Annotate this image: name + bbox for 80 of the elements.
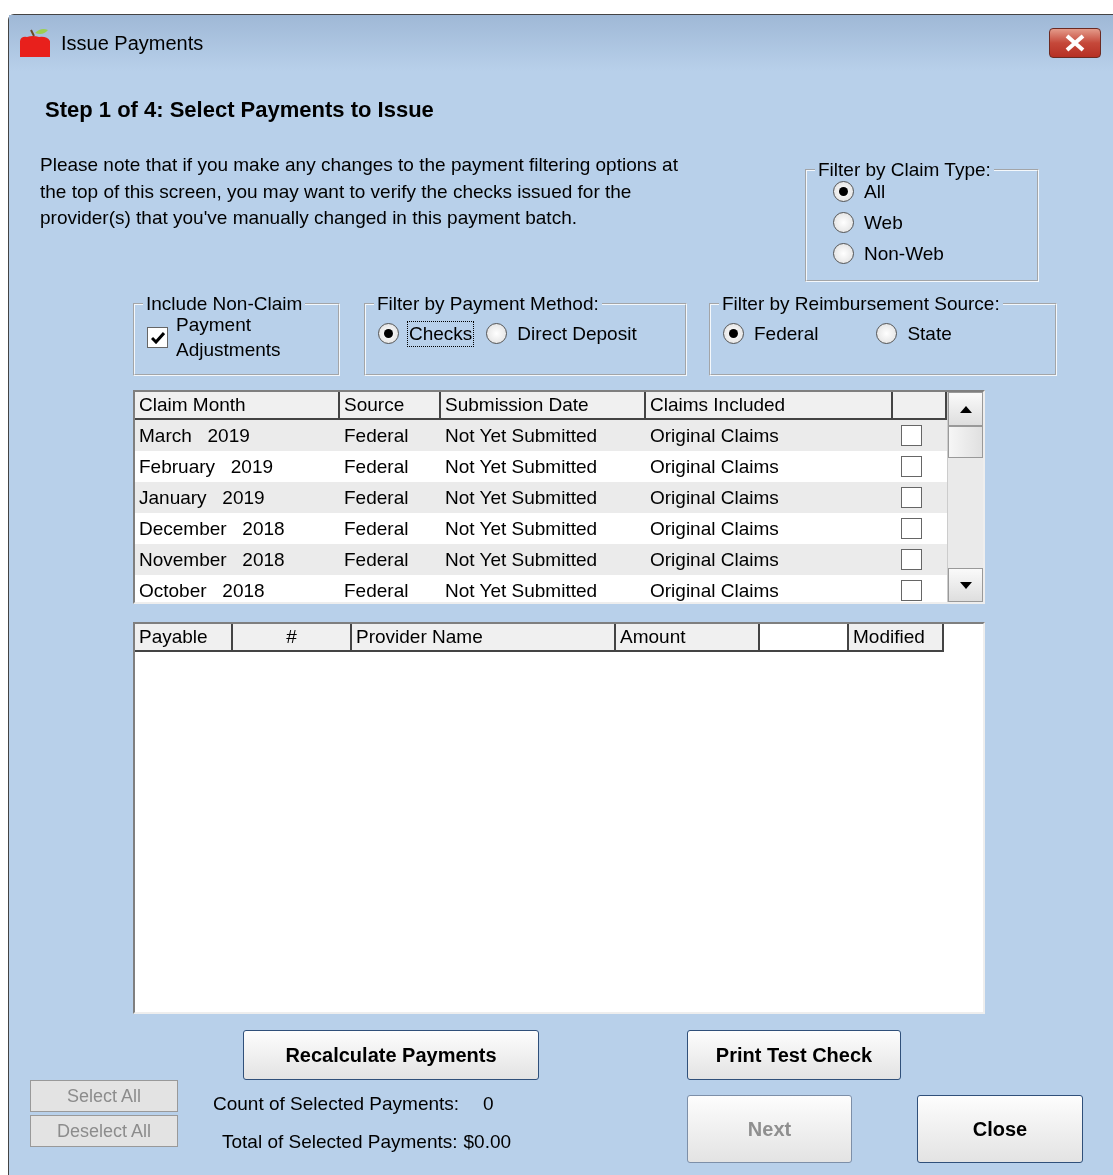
checkbox[interactable]	[901, 456, 922, 477]
step-heading: Step 1 of 4: Select Payments to Issue	[45, 96, 435, 124]
table-cell-text: October 2018	[138, 579, 266, 603]
table-cell-text: Original Claims	[649, 517, 780, 541]
checkbox[interactable]	[901, 549, 922, 570]
scroll-down-button[interactable]	[948, 568, 983, 602]
table-cell-text: Federal	[343, 455, 410, 479]
radio-button[interactable]	[486, 323, 508, 345]
group-label: Filter by Reimbursement Source:	[721, 294, 1001, 313]
table-cell-text: Federal	[343, 548, 410, 572]
recalculate-button[interactable]: Recalculate Payments	[243, 1030, 539, 1080]
column-header[interactable]	[760, 624, 849, 652]
group-label: Filter by Payment Method:	[376, 294, 600, 313]
table-cell-text: Not Yet Submitted	[444, 579, 599, 603]
total-label: Total of Selected Payments:	[222, 1129, 458, 1154]
check-icon	[150, 331, 165, 344]
close-icon	[1063, 34, 1087, 52]
column-header[interactable]: Provider Name	[352, 624, 616, 652]
column-header[interactable]: Claims Included	[646, 392, 893, 420]
table-cell-text: January 2019	[138, 486, 266, 510]
table-cell-text: Federal	[343, 579, 410, 603]
column-header[interactable]: #	[233, 624, 352, 652]
table-cell-text: Federal	[343, 486, 410, 510]
radio-label[interactable]: Checks	[407, 321, 475, 347]
count-value: 0	[483, 1092, 494, 1116]
close-button[interactable]: Close	[917, 1095, 1083, 1163]
table-cell-text: Not Yet Submitted	[444, 424, 599, 448]
table-cell-text: Original Claims	[649, 486, 780, 510]
radio-button[interactable]	[378, 323, 399, 345]
radio-button[interactable]	[833, 181, 854, 203]
radio-button[interactable]	[723, 323, 744, 345]
window-title: Issue Payments	[61, 31, 204, 56]
checkbox[interactable]	[901, 425, 922, 446]
table-cell-text: February 2019	[138, 455, 275, 479]
radio-label[interactable]: All	[862, 179, 888, 205]
checkbox-label[interactable]: Payment Adjustments	[176, 313, 286, 363]
print-test-check-button[interactable]: Print Test Check	[687, 1030, 901, 1080]
column-header[interactable]: Source	[340, 392, 441, 420]
radio-label[interactable]: Direct Deposit	[515, 321, 639, 347]
group-label: Filter by Claim Type:	[817, 160, 992, 179]
table-cell-text: Original Claims	[649, 579, 780, 603]
radio-button[interactable]	[876, 323, 898, 345]
table-cell-text: Not Yet Submitted	[444, 455, 599, 479]
radio-button[interactable]	[833, 212, 854, 234]
column-header[interactable]: Amount	[616, 624, 760, 652]
column-header[interactable]: Modified	[849, 624, 944, 652]
table-cell-text: December 2018	[138, 517, 286, 541]
checkbox[interactable]	[901, 518, 922, 539]
count-label: Count of Selected Payments:	[213, 1092, 460, 1116]
table-cell-text: March 2019	[138, 424, 251, 448]
column-header[interactable]: Claim Month	[135, 392, 340, 420]
table-cell-text: Original Claims	[649, 548, 780, 572]
group-label: Include Non-Claim	[145, 294, 304, 313]
total-value: $0.00	[463, 1129, 512, 1154]
table-cell-text: Original Claims	[649, 455, 780, 479]
apple-icon	[17, 27, 53, 59]
table-cell-text: Not Yet Submitted	[444, 517, 599, 541]
table-cell-text: Not Yet Submitted	[444, 548, 599, 572]
column-header[interactable]	[893, 392, 947, 420]
radio-label[interactable]: Web	[862, 209, 905, 236]
down-arrow-icon	[959, 581, 972, 589]
checkbox[interactable]	[901, 580, 922, 601]
table-cell-text: Original Claims	[649, 424, 780, 448]
radio-label[interactable]: Non-Web	[862, 240, 946, 267]
note-text: Please note that if you make any changes to the payment filtering options at the top of this screen, you may want to verify the checks issued for the provider(s) that you've manually changed in this payment batch.	[40, 153, 679, 230]
checkbox[interactable]	[147, 327, 168, 349]
column-header[interactable]: Payable	[135, 624, 233, 652]
radio-label[interactable]: Federal	[752, 321, 821, 347]
radio-label[interactable]: State	[905, 321, 954, 347]
scroll-up-button[interactable]	[948, 392, 983, 426]
radio-button[interactable]	[833, 242, 854, 264]
scroll-thumb[interactable]	[948, 426, 983, 458]
table-cell-text: November 2018	[138, 548, 286, 572]
column-header[interactable]: Submission Date	[441, 392, 646, 420]
table-cell-text: Federal	[343, 424, 410, 448]
up-arrow-icon	[959, 405, 972, 413]
table-cell-text: Federal	[343, 517, 410, 541]
table-cell-text: Not Yet Submitted	[444, 486, 599, 510]
checkbox[interactable]	[901, 487, 922, 508]
window-close-button[interactable]	[1049, 28, 1101, 58]
